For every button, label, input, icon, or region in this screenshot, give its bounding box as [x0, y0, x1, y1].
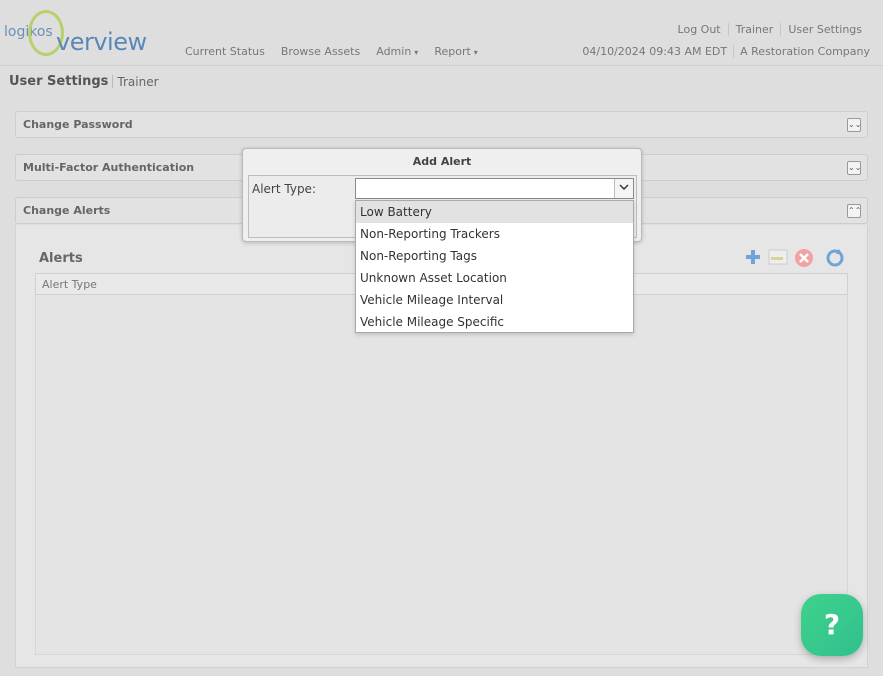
panel-title: Change Alerts: [23, 204, 111, 217]
logo-big-text: verview: [56, 28, 147, 56]
nav-admin[interactable]: Admin ▾: [376, 45, 418, 58]
alert-type-label: Alert Type:: [252, 182, 316, 196]
alert-type-input[interactable]: [358, 180, 608, 197]
current-datetime: 04/10/2024 09:43 AM EDT: [582, 45, 728, 58]
alert-type-dropdown: Low Battery Non-Reporting Trackers Non-R…: [355, 200, 634, 333]
chevron-down-icon: ▾: [414, 48, 419, 57]
nav-current-status[interactable]: Current Status: [185, 45, 265, 58]
panel-title: Change Password: [23, 118, 133, 131]
logout-link[interactable]: Log Out: [671, 23, 728, 36]
expand-icon[interactable]: ⌄⌄: [847, 161, 861, 175]
collapse-icon[interactable]: ⌃⌃: [847, 204, 861, 218]
dropdown-option[interactable]: Non-Reporting Trackers: [356, 223, 633, 245]
panel-title: Multi-Factor Authentication: [23, 161, 195, 174]
alert-type-combobox[interactable]: [355, 178, 634, 199]
top-links: Log Out Trainer User Settings: [671, 23, 869, 36]
dialog-title: Add Alert: [412, 155, 472, 168]
delete-icon[interactable]: [794, 248, 814, 268]
main-nav: Current Status Browse Assets Admin ▾ Repo…: [185, 45, 478, 58]
logikos-overview-logo[interactable]: logikos verview: [4, 8, 154, 60]
user-link[interactable]: Trainer: [727, 23, 781, 36]
column-header-alert-type[interactable]: Alert Type: [42, 278, 97, 291]
breadcrumb: User Settings Trainer: [9, 74, 159, 89]
alerts-heading: Alerts: [39, 251, 83, 266]
page-subtitle: Trainer: [117, 74, 159, 89]
alerts-grid-body: [35, 295, 848, 655]
edit-icon[interactable]: [768, 248, 788, 268]
header-info: 04/10/2024 09:43 AM EDT A Restoration Co…: [576, 45, 876, 58]
change-password-panel-header[interactable]: Change Password ⌄⌄: [15, 111, 868, 138]
top-bar: logikos verview Current Status Browse As…: [0, 0, 883, 66]
chevron-down-icon[interactable]: [614, 179, 633, 198]
chevron-down-icon: ▾: [473, 48, 478, 57]
breadcrumb-divider: [112, 75, 114, 88]
dropdown-option[interactable]: Non-Reporting Tags: [356, 245, 633, 267]
dropdown-option[interactable]: Vehicle Mileage Specific: [356, 311, 633, 333]
add-icon[interactable]: [743, 248, 763, 268]
expand-icon[interactable]: ⌄⌄: [847, 118, 861, 132]
user-settings-link[interactable]: User Settings: [780, 23, 869, 36]
dropdown-option[interactable]: Vehicle Mileage Interval: [356, 289, 633, 311]
dropdown-option[interactable]: Low Battery: [356, 201, 633, 223]
page-title: User Settings: [9, 74, 109, 89]
nav-browse-assets[interactable]: Browse Assets: [281, 45, 360, 58]
nav-report[interactable]: Report ▾: [434, 45, 477, 58]
dropdown-option[interactable]: Unknown Asset Location: [356, 267, 633, 289]
help-button[interactable]: ?: [801, 594, 863, 656]
refresh-icon[interactable]: [825, 248, 845, 268]
company-name: A Restoration Company: [733, 45, 876, 58]
